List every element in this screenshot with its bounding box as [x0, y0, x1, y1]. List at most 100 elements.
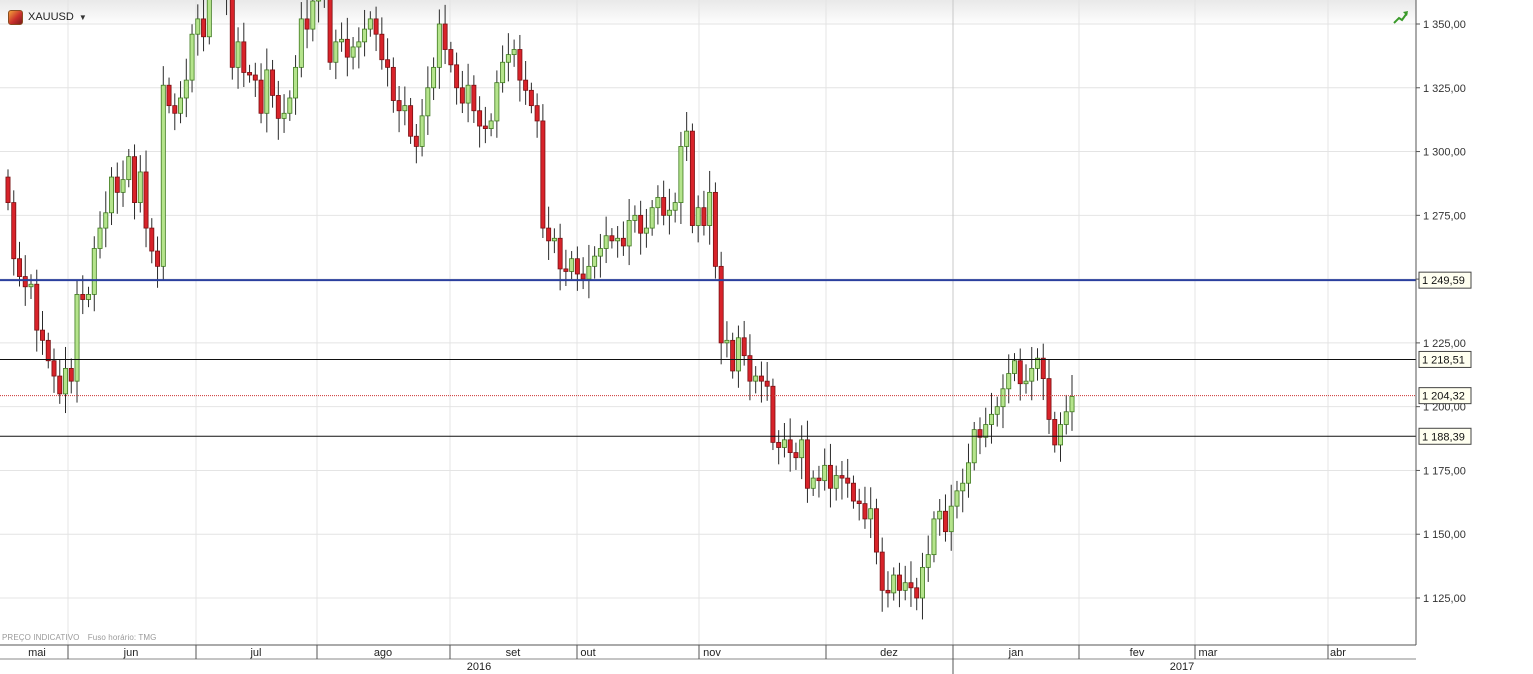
candle-up[interactable]: [298, 18, 304, 68]
candle-down[interactable]: [155, 250, 161, 267]
candle-down[interactable]: [1017, 360, 1023, 385]
candle-up[interactable]: [511, 49, 517, 56]
candle-up[interactable]: [178, 97, 184, 114]
candle-down[interactable]: [661, 197, 667, 216]
candle-up[interactable]: [937, 510, 943, 520]
candle-down[interactable]: [896, 574, 902, 591]
candle-down[interactable]: [11, 202, 17, 260]
candle-up[interactable]: [868, 508, 874, 520]
candle-up[interactable]: [649, 207, 655, 229]
candle-up[interactable]: [966, 462, 971, 484]
candle-up[interactable]: [103, 212, 109, 229]
candlestick-chart[interactable]: 1 125,00 1 150,00 1 175,00 1 200,00 1 225,00…: [0, 0, 1533, 674]
candle-down[interactable]: [528, 89, 534, 107]
candle-down[interactable]: [247, 72, 253, 76]
candle-down[interactable]: [856, 500, 862, 505]
symbol-selector[interactable]: XAUUSD ▼: [8, 8, 87, 26]
candle-up[interactable]: [206, 0, 212, 38]
candle-up[interactable]: [666, 209, 672, 216]
candle-down[interactable]: [57, 375, 63, 395]
candle-down[interactable]: [149, 227, 155, 252]
candle-down[interactable]: [914, 587, 920, 599]
candle-up[interactable]: [1012, 360, 1017, 374]
candle-down[interactable]: [517, 49, 523, 81]
candle-down[interactable]: [241, 41, 247, 73]
candle-up[interactable]: [402, 105, 408, 112]
candle-up[interactable]: [833, 475, 839, 489]
candle-up[interactable]: [626, 220, 632, 247]
candle-up[interactable]: [1069, 396, 1075, 413]
candle-up[interactable]: [160, 84, 166, 267]
candle-up[interactable]: [287, 97, 293, 114]
candle-up[interactable]: [488, 120, 494, 129]
candle-down[interactable]: [793, 452, 799, 459]
candle-up[interactable]: [109, 176, 114, 214]
candle-down[interactable]: [741, 337, 747, 357]
candle-up[interactable]: [672, 202, 678, 211]
candle-down[interactable]: [620, 237, 626, 247]
candle-down[interactable]: [845, 477, 851, 484]
candle-down[interactable]: [408, 105, 414, 137]
candle-up[interactable]: [310, 0, 316, 30]
candle-down[interactable]: [270, 69, 276, 96]
candle-up[interactable]: [281, 112, 287, 119]
trend-up-arrow-icon[interactable]: [1393, 10, 1409, 24]
candle-up[interactable]: [1029, 367, 1035, 382]
candle-up[interactable]: [954, 490, 960, 507]
symbol-label[interactable]: XAUUSD: [28, 11, 74, 23]
candle-up[interactable]: [925, 554, 931, 568]
candle-up[interactable]: [684, 130, 690, 147]
candle-down[interactable]: [40, 329, 45, 341]
candle-up[interactable]: [1023, 380, 1029, 385]
candle-down[interactable]: [540, 120, 546, 229]
candle-down[interactable]: [839, 475, 845, 479]
candle-up[interactable]: [919, 566, 925, 599]
candle-down[interactable]: [344, 38, 350, 58]
candle-up[interactable]: [436, 23, 442, 68]
candle-down[interactable]: [689, 130, 695, 226]
candle-up[interactable]: [1058, 424, 1063, 446]
candle-down[interactable]: [396, 100, 402, 112]
candle-down[interactable]: [701, 207, 707, 226]
candle-up[interactable]: [569, 258, 575, 272]
candle-down[interactable]: [5, 176, 11, 203]
candle-down[interactable]: [172, 105, 178, 114]
candle-down[interactable]: [557, 237, 563, 270]
candle-down[interactable]: [327, 0, 333, 63]
candle-down[interactable]: [885, 589, 891, 594]
candle-up[interactable]: [465, 84, 471, 104]
candle-up[interactable]: [615, 237, 621, 242]
candle-down[interactable]: [201, 18, 207, 38]
candle-up[interactable]: [367, 18, 373, 30]
candle-up[interactable]: [431, 66, 437, 89]
candle-up[interactable]: [293, 66, 299, 99]
candle-down[interactable]: [45, 339, 51, 362]
candle-down[interactable]: [546, 227, 552, 242]
candle-down[interactable]: [804, 439, 810, 489]
candle-down[interactable]: [80, 294, 86, 300]
candle-up[interactable]: [333, 41, 339, 63]
candle-up[interactable]: [419, 115, 425, 147]
candle-up[interactable]: [97, 227, 103, 249]
candle-down[interactable]: [1040, 357, 1046, 380]
candle-down[interactable]: [132, 156, 138, 203]
candle-down[interactable]: [390, 66, 396, 101]
candle-down[interactable]: [862, 503, 868, 520]
candle-up[interactable]: [891, 574, 897, 594]
candle-up[interactable]: [632, 214, 638, 221]
candle-up[interactable]: [735, 337, 741, 372]
candle-up[interactable]: [989, 413, 994, 425]
candle-up[interactable]: [350, 46, 356, 58]
candle-up[interactable]: [822, 464, 828, 482]
candle-down[interactable]: [609, 235, 615, 242]
candle-down[interactable]: [114, 176, 120, 193]
candle-up[interactable]: [678, 146, 684, 203]
candle-up[interactable]: [500, 61, 506, 84]
candle-down[interactable]: [1046, 378, 1052, 420]
candle-down[interactable]: [776, 441, 782, 448]
candle-up[interactable]: [91, 248, 97, 295]
candle-down[interactable]: [827, 464, 833, 489]
candle-up[interactable]: [707, 191, 713, 226]
candle-down[interactable]: [563, 268, 569, 272]
candle-up[interactable]: [597, 248, 603, 257]
